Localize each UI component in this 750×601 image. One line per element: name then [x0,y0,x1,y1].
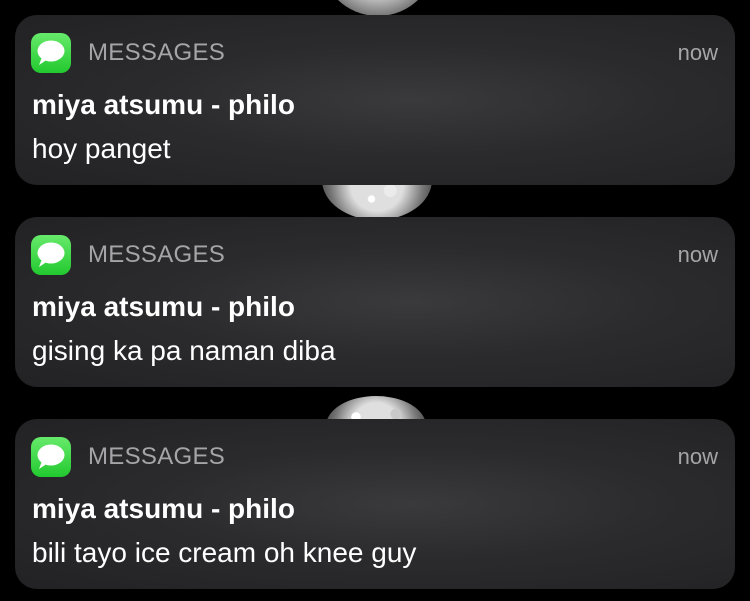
notification-message: gising ka pa naman diba [32,335,336,366]
app-name-label: MESSAGES [88,443,226,470]
notification-sender: miya atsumu - philo [32,89,295,120]
notification-time: now [677,40,718,65]
lock-screen: MESSAGES now miya atsumu - philo hoy pan… [0,0,750,601]
notification-card[interactable]: MESSAGES now miya atsumu - philo hoy pan… [15,15,735,185]
notification-message: bili tayo ice cream oh knee guy [32,537,417,568]
app-name-label: MESSAGES [88,39,226,66]
notification-card[interactable]: MESSAGES now miya atsumu - philo gising … [15,217,735,387]
notification-sender: miya atsumu - philo [32,291,295,322]
moon-wallpaper-fragment [320,0,436,16]
notification-message: hoy panget [32,133,171,164]
notification-time: now [677,242,718,267]
messages-icon [31,235,71,275]
notification-sender: miya atsumu - philo [32,493,295,524]
app-name-label: MESSAGES [88,241,226,268]
messages-icon [31,33,71,73]
notification-card[interactable]: MESSAGES now miya atsumu - philo bili ta… [15,419,735,589]
messages-icon [31,437,71,477]
notification-time: now [677,444,718,469]
